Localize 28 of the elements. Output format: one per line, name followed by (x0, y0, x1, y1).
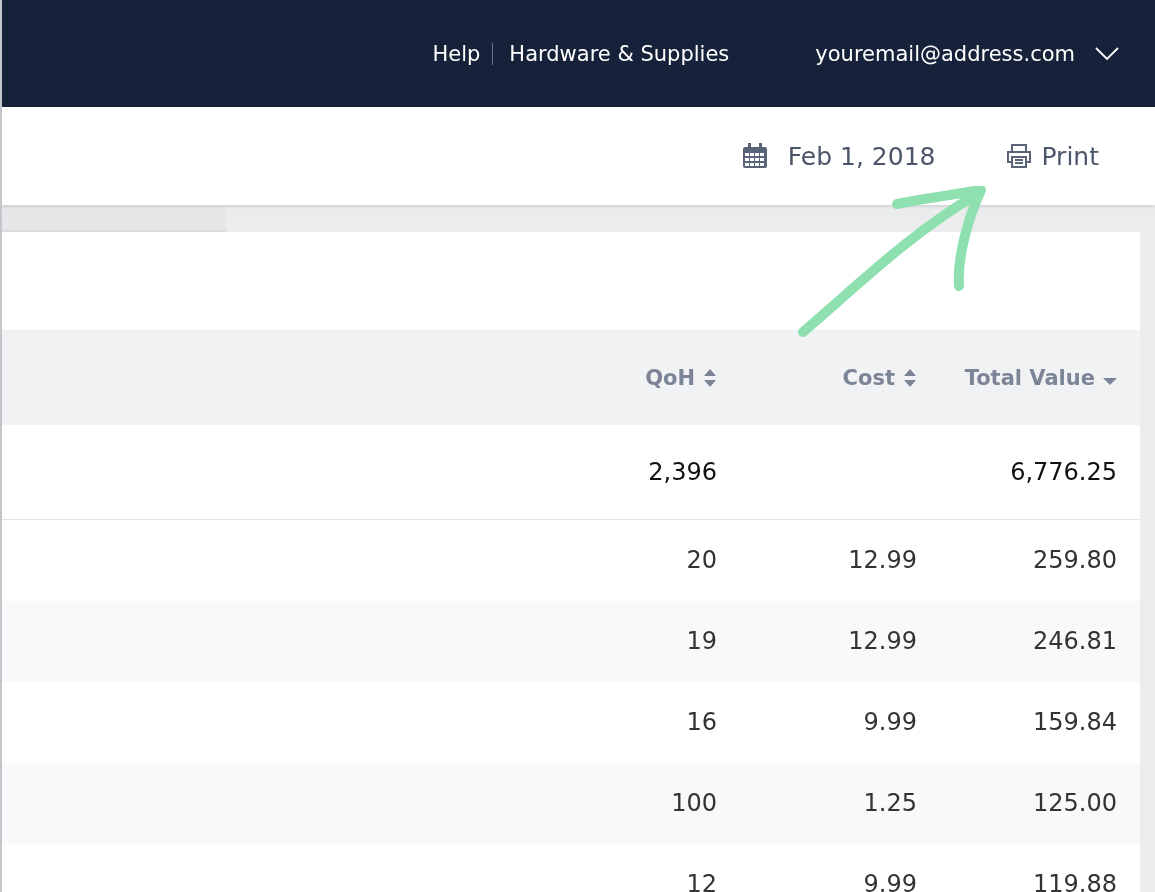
table-cell: 6,776.25 (1010, 458, 1117, 486)
table-cell: 159.84 (1033, 708, 1117, 736)
printer-icon (1005, 143, 1034, 169)
sort-icon (703, 367, 717, 388)
table-cell: 20 (686, 546, 717, 574)
nav-link[interactable]: Hardware & Supplies (509, 41, 730, 66)
table-cell: 246.81 (1033, 627, 1117, 655)
table-cell: 2,396 (648, 458, 717, 486)
print-button[interactable]: Print (1005, 141, 1099, 171)
table-cell: 12.99 (848, 627, 917, 655)
table-cell: 119.88 (1033, 870, 1117, 892)
table-cell: 1.25 (863, 789, 917, 817)
table-cell: 9.99 (863, 708, 917, 736)
date-picker[interactable]: Feb 1, 2018 (741, 141, 936, 171)
chevron-down-icon (1095, 46, 1119, 61)
table-cell: 19 (686, 627, 717, 655)
table-cell: 100 (671, 789, 717, 817)
sort-icon (903, 367, 917, 388)
table-cell: 12 (686, 870, 717, 892)
table-cell: 125.00 (1033, 789, 1117, 817)
calendar-icon (741, 143, 768, 169)
table-cell: 259.80 (1033, 546, 1117, 574)
table-cell: 16 (686, 708, 717, 736)
table-cell: 12.99 (848, 546, 917, 574)
sort-descending-icon (1103, 378, 1117, 385)
nav-link[interactable]: Help (432, 41, 481, 66)
table-cell: 9.99 (863, 870, 917, 892)
account-menu[interactable]: youremail@address.com (815, 41, 1119, 66)
